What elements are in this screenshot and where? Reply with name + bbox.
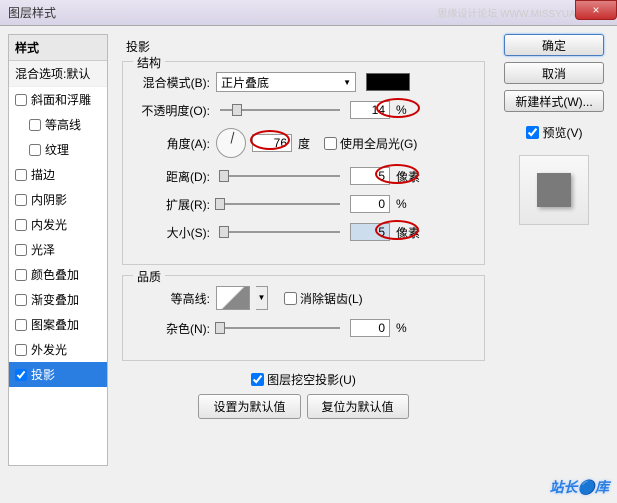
- style-item-checkbox[interactable]: [29, 119, 41, 131]
- right-panel: 确定 取消 新建样式(W)... 预览(V): [499, 34, 609, 466]
- contour-picker[interactable]: [216, 286, 250, 310]
- style-item[interactable]: 等高线: [9, 112, 107, 137]
- style-item-checkbox[interactable]: [15, 369, 27, 381]
- quality-legend: 品质: [133, 268, 165, 285]
- style-item-checkbox[interactable]: [15, 269, 27, 281]
- style-item-checkbox[interactable]: [15, 319, 27, 331]
- noise-slider[interactable]: [220, 327, 340, 329]
- style-item-checkbox[interactable]: [15, 344, 27, 356]
- spread-label: 扩展(R):: [135, 196, 210, 213]
- title: 图层样式: [8, 4, 56, 21]
- style-item[interactable]: 斜面和浮雕: [9, 87, 107, 112]
- preview-box: [519, 155, 589, 225]
- close-button[interactable]: ×: [575, 0, 617, 20]
- shadow-color-swatch[interactable]: [366, 73, 410, 91]
- angle-unit: 度: [298, 135, 310, 152]
- style-item-label: 光泽: [31, 241, 55, 258]
- titlebar: 图层样式 思缘设计论坛 WWW.MISSYUAN.COM ×: [0, 0, 617, 26]
- opacity-unit: %: [396, 103, 426, 117]
- style-item-label: 投影: [31, 366, 55, 383]
- style-item-checkbox[interactable]: [15, 294, 27, 306]
- distance-slider[interactable]: [220, 175, 340, 177]
- style-item-checkbox[interactable]: [15, 219, 27, 231]
- style-item-label: 内阴影: [31, 191, 67, 208]
- size-slider[interactable]: [220, 231, 340, 233]
- style-item-checkbox[interactable]: [15, 194, 27, 206]
- noise-label: 杂色(N):: [135, 320, 210, 337]
- structure-legend: 结构: [133, 54, 165, 71]
- style-item[interactable]: 光泽: [9, 237, 107, 262]
- contour-label: 等高线:: [135, 290, 210, 307]
- styles-header[interactable]: 样式: [9, 35, 107, 61]
- size-unit: 像素: [396, 224, 426, 241]
- spread-slider[interactable]: [220, 203, 340, 205]
- size-input[interactable]: [350, 223, 390, 241]
- style-item-label: 颜色叠加: [31, 266, 79, 283]
- cancel-button[interactable]: 取消: [504, 62, 604, 84]
- opacity-label: 不透明度(O):: [135, 102, 210, 119]
- style-item-checkbox[interactable]: [15, 169, 27, 181]
- watermark: 站长🔵库: [550, 477, 609, 497]
- blend-mode-label: 混合模式(B):: [135, 74, 210, 91]
- angle-input[interactable]: [252, 134, 292, 152]
- style-item-checkbox[interactable]: [15, 94, 27, 106]
- section-title: 投影: [126, 38, 485, 55]
- angle-label: 角度(A):: [135, 135, 210, 152]
- opacity-slider[interactable]: [220, 109, 340, 111]
- style-item-label: 斜面和浮雕: [31, 91, 91, 108]
- distance-unit: 像素: [396, 168, 426, 185]
- global-light-checkbox[interactable]: 使用全局光(G): [324, 135, 417, 152]
- size-label: 大小(S):: [135, 224, 210, 241]
- noise-unit: %: [396, 321, 426, 335]
- dialog-body: 样式 混合选项:默认 斜面和浮雕等高线纹理描边内阴影内发光光泽颜色叠加渐变叠加图…: [0, 26, 617, 474]
- style-item[interactable]: 内阴影: [9, 187, 107, 212]
- preview-swatch: [537, 173, 571, 207]
- new-style-button[interactable]: 新建样式(W)...: [504, 90, 604, 112]
- style-item-label: 描边: [31, 166, 55, 183]
- options-panel: 投影 结构 混合模式(B): 正片叠底 ▼ 不透明度(O): % 角度(A):: [114, 34, 493, 466]
- noise-input[interactable]: [350, 319, 390, 337]
- structure-group: 结构 混合模式(B): 正片叠底 ▼ 不透明度(O): % 角度(A):: [122, 61, 485, 265]
- contour-dropdown[interactable]: ▼: [256, 286, 268, 310]
- style-item-checkbox[interactable]: [15, 244, 27, 256]
- style-item[interactable]: 颜色叠加: [9, 262, 107, 287]
- style-item-label: 外发光: [31, 341, 67, 358]
- reset-default-button[interactable]: 复位为默认值: [307, 394, 409, 419]
- spread-input[interactable]: [350, 195, 390, 213]
- style-item-label: 内发光: [31, 216, 67, 233]
- angle-dial[interactable]: [216, 128, 246, 158]
- style-item[interactable]: 图案叠加: [9, 312, 107, 337]
- style-item-label: 等高线: [45, 116, 81, 133]
- antialias-checkbox[interactable]: 消除锯齿(L): [284, 290, 363, 307]
- style-item-label: 渐变叠加: [31, 291, 79, 308]
- distance-label: 距离(D):: [135, 168, 210, 185]
- style-item[interactable]: 外发光: [9, 337, 107, 362]
- style-item[interactable]: 纹理: [9, 137, 107, 162]
- styles-list: 样式 混合选项:默认 斜面和浮雕等高线纹理描边内阴影内发光光泽颜色叠加渐变叠加图…: [8, 34, 108, 466]
- style-item[interactable]: 投影: [9, 362, 107, 387]
- quality-group: 品质 等高线: ▼ 消除锯齿(L) 杂色(N): %: [122, 275, 485, 361]
- make-default-button[interactable]: 设置为默认值: [198, 394, 300, 419]
- style-item[interactable]: 内发光: [9, 212, 107, 237]
- style-item-label: 图案叠加: [31, 316, 79, 333]
- style-item[interactable]: 渐变叠加: [9, 287, 107, 312]
- spread-unit: %: [396, 197, 426, 211]
- style-item[interactable]: 描边: [9, 162, 107, 187]
- blend-mode-select[interactable]: 正片叠底 ▼: [216, 72, 356, 92]
- distance-input[interactable]: [350, 167, 390, 185]
- knockout-checkbox[interactable]: 图层挖空投影(U): [122, 371, 485, 388]
- preview-checkbox[interactable]: 预览(V): [526, 124, 583, 141]
- style-item-checkbox[interactable]: [29, 144, 41, 156]
- chevron-down-icon: ▼: [343, 78, 351, 87]
- opacity-input[interactable]: [350, 101, 390, 119]
- style-item-label: 纹理: [45, 141, 69, 158]
- blend-options-item[interactable]: 混合选项:默认: [9, 61, 107, 87]
- ok-button[interactable]: 确定: [504, 34, 604, 56]
